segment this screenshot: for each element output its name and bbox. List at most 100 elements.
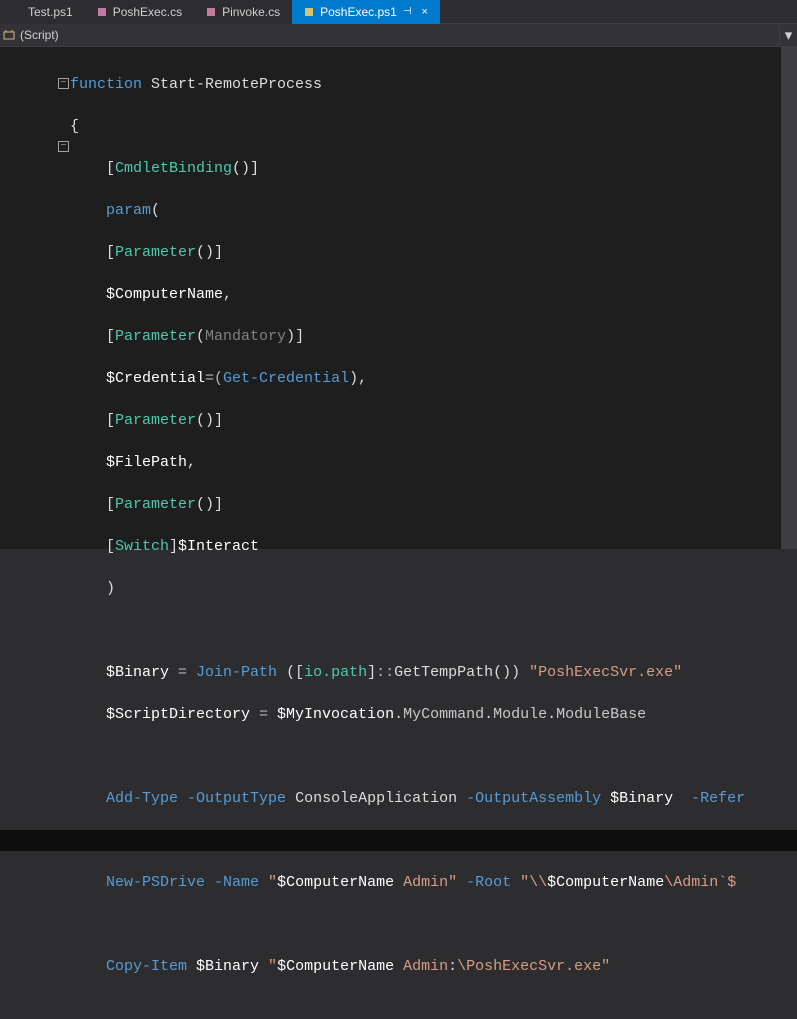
tab-label: Test.ps1 bbox=[28, 5, 73, 19]
string: " bbox=[601, 958, 610, 975]
code-area[interactable]: function Start-RemoteProcess { [CmdletBi… bbox=[70, 47, 797, 549]
attribute: Parameter bbox=[115, 412, 196, 429]
cs-file-icon bbox=[97, 7, 107, 17]
fold-toggle[interactable]: − bbox=[58, 141, 69, 152]
cs-file-icon bbox=[206, 7, 216, 17]
tab-bar: Test.ps1 PoshExec.cs Pinvoke.cs PoshExec… bbox=[0, 0, 797, 24]
operator: =( bbox=[205, 370, 223, 387]
tab-label: Pinvoke.cs bbox=[222, 5, 280, 19]
paren: ), bbox=[349, 370, 367, 387]
param: -Name bbox=[205, 874, 259, 891]
bracket: [ bbox=[70, 244, 115, 261]
vertical-scrollbar[interactable] bbox=[781, 47, 797, 549]
value: ConsoleApplication bbox=[286, 790, 457, 807]
bracket: [ bbox=[70, 160, 115, 177]
bracket: [ bbox=[70, 328, 115, 345]
type: Switch bbox=[115, 538, 169, 555]
paren: ([ bbox=[277, 664, 304, 681]
string: \PoshExecSvr.exe bbox=[457, 958, 601, 975]
string: " bbox=[259, 958, 277, 975]
attribute: Parameter bbox=[115, 244, 196, 261]
cmdlet: New-PSDrive bbox=[70, 874, 205, 891]
param: -Refer bbox=[673, 790, 745, 807]
paren: ( bbox=[196, 328, 205, 345]
type: io.path bbox=[304, 664, 367, 681]
string: " bbox=[511, 874, 529, 891]
variable: $Binary bbox=[187, 958, 259, 975]
method: GetTempPath()) bbox=[394, 664, 529, 681]
member: ModuleBase bbox=[556, 706, 646, 723]
bracket: ()] bbox=[196, 412, 223, 429]
paren: ) bbox=[70, 580, 115, 597]
param: -OutputType bbox=[178, 790, 286, 807]
param: -Root bbox=[457, 874, 511, 891]
keyword: function bbox=[70, 76, 142, 93]
bracket: [ bbox=[70, 412, 115, 429]
operator: = bbox=[250, 706, 277, 723]
cmdlet: Copy-Item bbox=[70, 958, 187, 975]
cmdlet: Add-Type bbox=[70, 790, 178, 807]
comma: , bbox=[187, 454, 196, 471]
bracket: ] bbox=[367, 664, 376, 681]
bracket: ()] bbox=[196, 496, 223, 513]
variable: $Credential bbox=[70, 370, 205, 387]
attribute: Parameter bbox=[115, 496, 196, 513]
string: Admin bbox=[394, 874, 448, 891]
paren: ( bbox=[151, 202, 160, 219]
keyword: param bbox=[70, 202, 151, 219]
variable: $Binary bbox=[70, 664, 169, 681]
attribute: Parameter bbox=[115, 328, 196, 345]
tab-pinvoke-cs[interactable]: Pinvoke.cs bbox=[194, 0, 292, 24]
bracket: [ bbox=[70, 538, 115, 555]
cmdlet: Get-Credential bbox=[223, 370, 349, 387]
string: \\ bbox=[529, 874, 547, 891]
variable: $ComputerName bbox=[70, 286, 223, 303]
variable: $ComputerName bbox=[277, 874, 394, 891]
bracket: [ bbox=[70, 496, 115, 513]
tab-label: PoshExec.cs bbox=[113, 5, 182, 19]
bracket: ()] bbox=[196, 244, 223, 261]
member: Module bbox=[493, 706, 547, 723]
brace: { bbox=[70, 118, 79, 135]
tab-poshexec-ps1[interactable]: PoshExec.ps1 ⊣ × bbox=[292, 0, 440, 24]
fold-toggle[interactable]: − bbox=[58, 78, 69, 89]
colon: : bbox=[448, 958, 457, 975]
variable: $ScriptDirectory bbox=[70, 706, 250, 723]
context-bar: (Script) ▾ bbox=[0, 24, 797, 47]
variable: $FilePath bbox=[70, 454, 187, 471]
comma: , bbox=[223, 286, 232, 303]
bracket: ()] bbox=[232, 160, 259, 177]
ps-file-icon bbox=[304, 7, 314, 17]
variable: $ComputerName bbox=[547, 874, 664, 891]
tab-label: PoshExec.ps1 bbox=[320, 5, 397, 19]
dot: . bbox=[394, 706, 403, 723]
code-editor[interactable]: − − function Start-RemoteProcess { [Cmdl… bbox=[0, 47, 797, 549]
member: MyCommand bbox=[403, 706, 484, 723]
cmdlet: Join-Path bbox=[196, 664, 277, 681]
pin-icon[interactable]: ⊣ bbox=[403, 6, 412, 17]
scope-icon bbox=[2, 28, 16, 42]
string: `$ bbox=[718, 874, 736, 891]
string: Admin bbox=[394, 958, 448, 975]
chevron-down-icon[interactable]: ▾ bbox=[779, 25, 797, 45]
variable: $Interact bbox=[178, 538, 259, 555]
param-arg: Mandatory bbox=[205, 328, 286, 345]
variable: $MyInvocation bbox=[277, 706, 394, 723]
variable: $Binary bbox=[601, 790, 673, 807]
close-icon[interactable]: × bbox=[418, 6, 428, 18]
attribute: CmdletBinding bbox=[115, 160, 232, 177]
gutter: − − bbox=[0, 47, 70, 549]
string: " bbox=[448, 874, 457, 891]
string: \Admin bbox=[664, 874, 718, 891]
operator: :: bbox=[376, 664, 394, 681]
dot: . bbox=[547, 706, 556, 723]
string: " bbox=[259, 874, 277, 891]
tab-test-ps1[interactable]: Test.ps1 bbox=[0, 0, 85, 24]
operator: = bbox=[169, 664, 196, 681]
paren: )] bbox=[286, 328, 304, 345]
function-name: Start-RemoteProcess bbox=[142, 76, 322, 93]
ps-file-icon bbox=[12, 7, 22, 17]
current-line bbox=[0, 830, 797, 851]
context-scope[interactable]: (Script) bbox=[20, 28, 265, 42]
tab-poshexec-cs[interactable]: PoshExec.cs bbox=[85, 0, 194, 24]
